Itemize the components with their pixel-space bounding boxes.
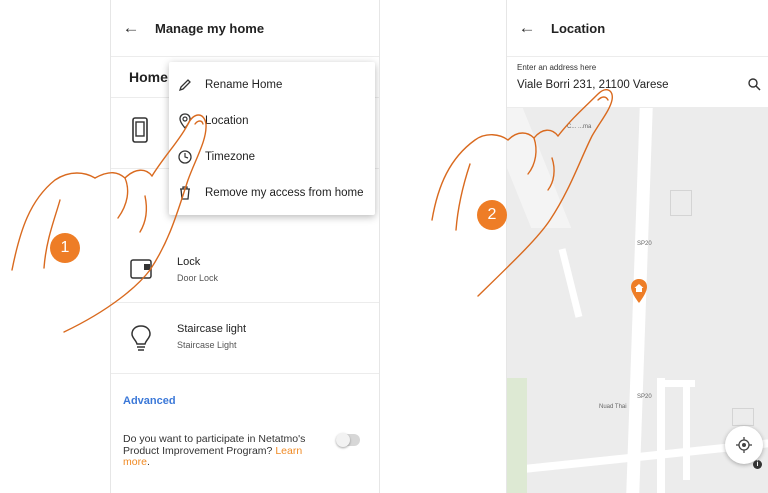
road-label: SP20 xyxy=(637,394,652,400)
address-input[interactable]: Viale Borri 231, 21100 Varese xyxy=(517,79,669,91)
trash-icon xyxy=(180,186,190,200)
map-road xyxy=(657,378,665,493)
map-building xyxy=(732,408,754,426)
menu-item-label: Timezone xyxy=(205,151,256,163)
menu-item-remove-access[interactable]: Remove my access from home xyxy=(169,176,375,210)
device-type: Staircase Light xyxy=(177,340,237,350)
road-label: SP20 xyxy=(637,241,652,247)
my-location-button[interactable] xyxy=(725,426,763,464)
search-icon[interactable] xyxy=(747,77,761,91)
device-name: Lock xyxy=(177,256,201,268)
advanced-link[interactable]: Advanced xyxy=(123,395,176,407)
clock-icon xyxy=(178,150,192,164)
map-road xyxy=(507,108,572,228)
my-location-icon xyxy=(736,437,752,453)
switch-device-icon xyxy=(132,117,148,143)
manage-home-screen: ← Manage my home Home Lock Door Lock Sta… xyxy=(110,0,380,493)
pencil-icon xyxy=(178,79,191,92)
home-title: Home xyxy=(129,69,168,85)
toggle-knob xyxy=(336,433,350,447)
place-label: Nuad Thai xyxy=(599,404,627,410)
menu-item-location[interactable]: Location xyxy=(169,104,375,138)
consent-suffix: . xyxy=(146,456,150,468)
menu-item-label: Remove my access from home xyxy=(205,187,364,199)
address-field[interactable]: Enter an address here Viale Borri 231, 2… xyxy=(507,57,768,108)
location-screen: ← Location Enter an address here Viale B… xyxy=(506,0,768,493)
home-pin-icon[interactable] xyxy=(629,278,649,304)
info-icon[interactable]: i xyxy=(753,460,762,469)
location-pin-icon xyxy=(179,113,191,129)
menu-item-label: Rename Home xyxy=(205,79,283,91)
map-building xyxy=(670,190,692,216)
menu-item-rename-home[interactable]: Rename Home xyxy=(169,68,375,102)
map-road xyxy=(558,248,583,318)
light-bulb-icon xyxy=(131,325,151,351)
page-title: Location xyxy=(551,20,606,36)
app-bar: ← Location xyxy=(507,0,768,57)
step-badge: 2 xyxy=(477,200,507,230)
arrow-left-icon[interactable]: ← xyxy=(509,18,545,38)
lock-device-icon xyxy=(130,259,152,279)
arrow-left-icon[interactable]: ← xyxy=(113,18,149,38)
map-road xyxy=(683,380,690,480)
app-bar: ← Manage my home xyxy=(111,0,379,57)
menu-item-timezone[interactable]: Timezone xyxy=(169,140,375,174)
device-row-lock[interactable]: Lock Door Lock xyxy=(111,236,379,303)
page-title: Manage my home xyxy=(155,20,265,36)
address-label: Enter an address here xyxy=(517,63,597,72)
place-label: C... ...ma xyxy=(567,124,592,130)
step-badge: 1 xyxy=(50,233,80,263)
home-options-menu: Rename Home Location Timezone Remove my … xyxy=(169,62,375,215)
device-name: Staircase light xyxy=(177,323,247,335)
map-green-area xyxy=(507,378,527,493)
map-view[interactable]: SP20 SP20 Nuad Thai C... ...ma i xyxy=(507,108,768,493)
map-road xyxy=(665,380,695,387)
device-type: Door Lock xyxy=(177,273,219,283)
device-row-staircase-light[interactable]: Staircase light Staircase Light xyxy=(111,303,379,374)
consent-text: Do you want to participate in Netatmo's … xyxy=(123,433,313,469)
improvement-program-toggle[interactable] xyxy=(336,433,360,447)
map-building xyxy=(597,170,635,210)
menu-item-label: Location xyxy=(205,115,249,127)
